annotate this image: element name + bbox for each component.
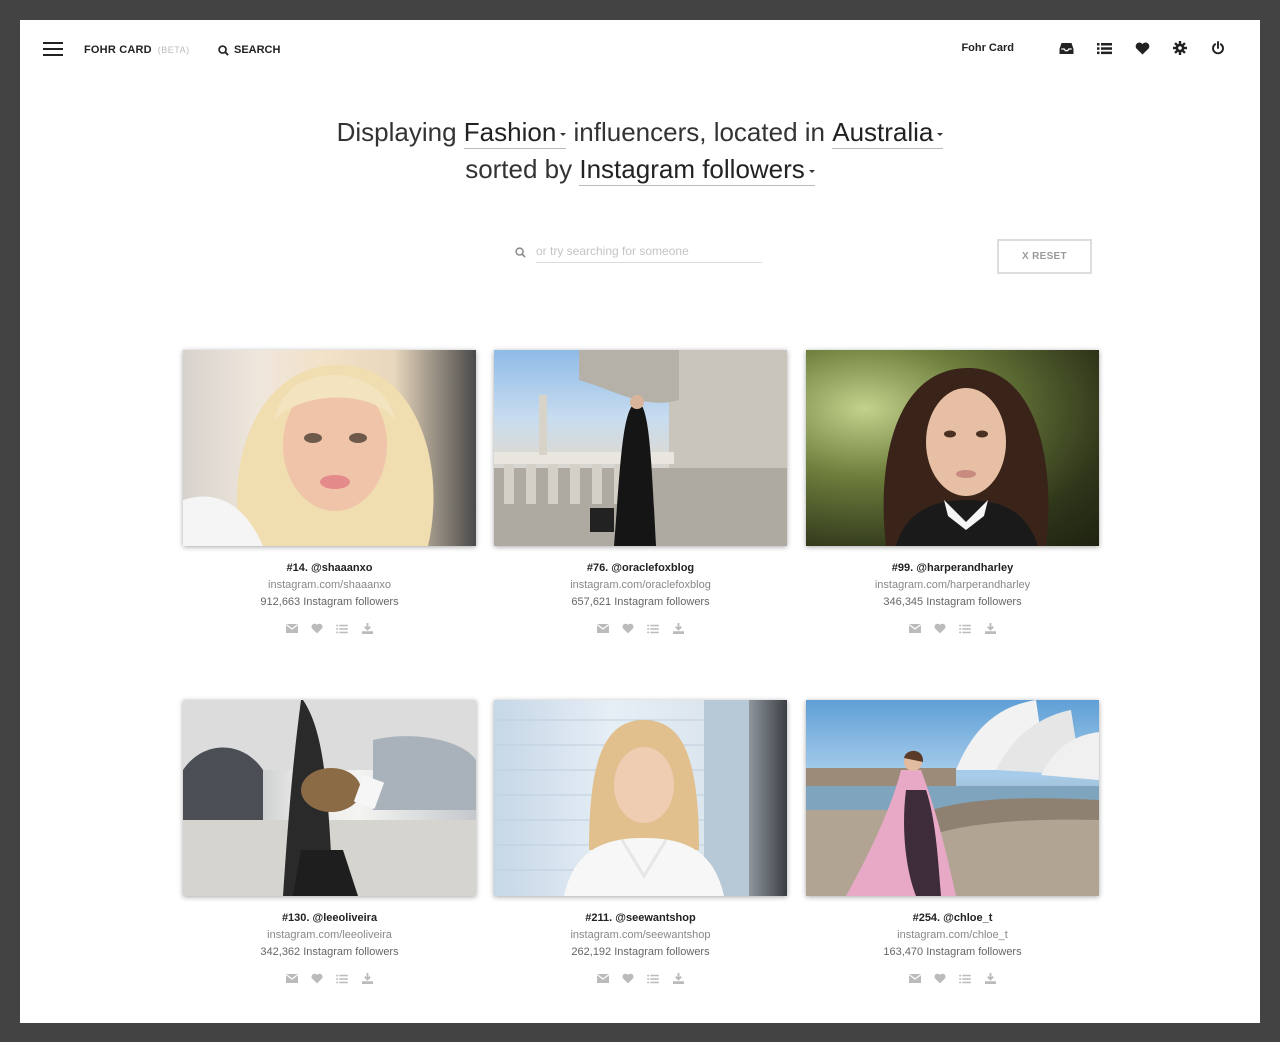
location-dropdown[interactable]: Australia: [832, 117, 944, 149]
page: FOHR CARD (BETA) SEARCH Fohr Card Displa…: [20, 20, 1260, 1023]
inbox-icon[interactable]: [1058, 40, 1074, 56]
search-icon: [218, 44, 229, 56]
influencer-photo[interactable]: [183, 700, 476, 896]
follower-count: 163,470 Instagram followers: [883, 946, 1022, 958]
mail-icon[interactable]: [286, 972, 299, 985]
heart-icon[interactable]: [311, 622, 324, 635]
influencer-photo[interactable]: [806, 350, 1099, 546]
influencer-profile-link[interactable]: instagram.com/seewantshop: [494, 929, 787, 941]
search-input[interactable]: [536, 242, 762, 263]
hamburger-menu-icon[interactable]: [43, 42, 63, 58]
headline-prefix: Displaying: [336, 117, 457, 147]
influencer-handle[interactable]: #14. @shaaanxo: [183, 562, 476, 574]
influencer-profile-link[interactable]: instagram.com/chloe_t: [806, 929, 1099, 941]
influencer-card: #211. @seewantshop instagram.com/seewant…: [494, 700, 787, 985]
follower-count: 912,663 Instagram followers: [260, 596, 399, 608]
sort-dropdown[interactable]: Instagram followers: [579, 154, 815, 186]
beta-label: (BETA): [157, 45, 190, 55]
headline-line-1: Displaying Fashion influencers, located …: [20, 114, 1260, 151]
influencer-card: #14. @shaaanxo instagram.com/shaaanxo 91…: [183, 350, 476, 635]
mail-icon[interactable]: [597, 622, 610, 635]
card-actions: [494, 972, 787, 985]
list-icon[interactable]: [959, 622, 972, 635]
download-icon[interactable]: [672, 972, 685, 985]
download-icon[interactable]: [361, 622, 374, 635]
download-icon[interactable]: [984, 972, 997, 985]
influencer-card: #254. @chloe_t instagram.com/chloe_t 163…: [806, 700, 1099, 985]
account-link[interactable]: Fohr Card: [961, 42, 1014, 54]
list-icon[interactable]: [647, 622, 660, 635]
brand-name: FOHR CARD: [84, 44, 152, 56]
list-icon[interactable]: [336, 972, 349, 985]
influencer-profile-link[interactable]: instagram.com/shaaanxo: [183, 579, 476, 591]
header-actions: Fohr Card: [961, 40, 1226, 56]
heart-icon[interactable]: [934, 622, 947, 635]
follower-count: 262,192 Instagram followers: [571, 946, 710, 958]
brand[interactable]: FOHR CARD (BETA): [84, 44, 190, 56]
influencer-profile-link[interactable]: instagram.com/leeoliveira: [183, 929, 476, 941]
mail-icon[interactable]: [286, 622, 299, 635]
search-nav-label: SEARCH: [234, 44, 281, 56]
sorted-prefix: sorted by: [465, 154, 573, 184]
category-value: Fashion: [463, 117, 557, 147]
follower-count: 346,345 Instagram followers: [883, 596, 1022, 608]
influencer-card: #130. @leeoliveira instagram.com/leeoliv…: [183, 700, 476, 985]
heart-icon[interactable]: [622, 622, 635, 635]
heart-icon[interactable]: [622, 972, 635, 985]
mail-icon[interactable]: [597, 972, 610, 985]
follower-count: 657,621 Instagram followers: [571, 596, 710, 608]
influencer-handle[interactable]: #130. @leeoliveira: [183, 912, 476, 924]
card-actions: [183, 622, 476, 635]
influencer-card: #76. @oraclefoxblog instagram.com/oracle…: [494, 350, 787, 635]
reset-button[interactable]: X RESET: [997, 239, 1092, 274]
power-icon[interactable]: [1210, 40, 1226, 56]
list-icon[interactable]: [647, 972, 660, 985]
heart-icon[interactable]: [311, 972, 324, 985]
influencer-photo[interactable]: [494, 350, 787, 546]
list-icon[interactable]: [1096, 40, 1112, 56]
follower-count: 342,362 Instagram followers: [260, 946, 399, 958]
influencer-handle[interactable]: #254. @chloe_t: [806, 912, 1099, 924]
influencer-handle[interactable]: #76. @oraclefoxblog: [494, 562, 787, 574]
card-actions: [494, 622, 787, 635]
influencer-handle[interactable]: #99. @harperandharley: [806, 562, 1099, 574]
card-actions: [806, 622, 1099, 635]
influencer-photo[interactable]: [806, 700, 1099, 896]
mail-icon[interactable]: [909, 622, 922, 635]
caret-down-icon: [560, 132, 567, 136]
list-icon[interactable]: [959, 972, 972, 985]
download-icon[interactable]: [984, 622, 997, 635]
influencer-photo[interactable]: [183, 350, 476, 546]
mail-icon[interactable]: [909, 972, 922, 985]
list-icon[interactable]: [336, 622, 349, 635]
caret-down-icon: [808, 169, 815, 173]
download-icon[interactable]: [672, 622, 685, 635]
influencer-profile-link[interactable]: instagram.com/oraclefoxblog: [494, 579, 787, 591]
influencer-search: [515, 242, 762, 263]
filter-headline: Displaying Fashion influencers, located …: [20, 114, 1260, 188]
download-icon[interactable]: [361, 972, 374, 985]
influencer-card: #99. @harperandharley instagram.com/harp…: [806, 350, 1099, 635]
location-value: Australia: [832, 117, 934, 147]
gear-icon[interactable]: [1172, 40, 1188, 56]
top-bar: FOHR CARD (BETA) SEARCH Fohr Card: [20, 20, 1260, 80]
card-actions: [183, 972, 476, 985]
category-dropdown[interactable]: Fashion: [463, 117, 567, 149]
card-actions: [806, 972, 1099, 985]
search-nav-link[interactable]: SEARCH: [218, 44, 280, 56]
influencer-handle[interactable]: #211. @seewantshop: [494, 912, 787, 924]
heart-icon[interactable]: [1134, 40, 1150, 56]
headline-line-2: sorted by Instagram followers: [20, 151, 1260, 188]
influencer-profile-link[interactable]: instagram.com/harperandharley: [806, 579, 1099, 591]
sort-value: Instagram followers: [579, 154, 805, 184]
search-icon: [515, 247, 526, 258]
caret-down-icon: [937, 132, 944, 136]
headline-middle: influencers, located in: [573, 117, 825, 147]
influencer-photo[interactable]: [494, 700, 787, 896]
heart-icon[interactable]: [934, 972, 947, 985]
